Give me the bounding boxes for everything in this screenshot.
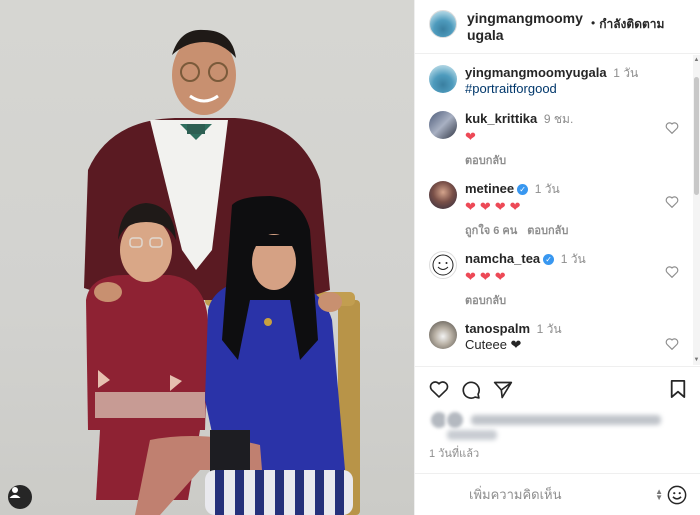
commenter-avatar[interactable] xyxy=(429,251,457,279)
reply-button[interactable]: ตอบกลับ xyxy=(465,295,506,307)
comment-username[interactable]: namcha_tea xyxy=(465,251,540,266)
comment-item: namcha_tea ✓ 1 วัน ❤❤❤ ตอบกลับ xyxy=(429,251,687,309)
comment-input[interactable]: เพิ่มความคิดเห็น xyxy=(469,484,562,505)
comment-like-icon[interactable] xyxy=(665,195,679,208)
comment-username[interactable]: kuk_krittika xyxy=(465,111,537,126)
comment-time: 9 ชม. xyxy=(543,112,574,126)
comment-icon[interactable] xyxy=(461,379,481,401)
reply-button[interactable]: ตอบกลับ xyxy=(465,155,506,167)
scrollbar-thumb[interactable] xyxy=(694,77,699,195)
user-tag-icon[interactable] xyxy=(8,485,32,509)
commenter-avatar[interactable] xyxy=(429,181,457,209)
scroll-up-icon[interactable]: ▲ xyxy=(693,57,700,63)
commenter-avatar[interactable] xyxy=(429,321,457,349)
comment-likes-count[interactable]: ถูกใจ 6 คน xyxy=(465,225,517,237)
comment-time: 1 วัน xyxy=(536,322,562,336)
input-stepper-icon[interactable]: ▲ ▼ xyxy=(655,487,663,501)
comment-time: 1 วัน xyxy=(534,182,560,196)
caption-hashtag[interactable]: #portraitforgood xyxy=(465,81,557,96)
verified-badge-icon: ✓ xyxy=(543,254,555,265)
caption-time: 1 วัน xyxy=(613,66,639,80)
posted-time[interactable]: 1 วันที่แล้ว xyxy=(429,444,479,462)
comment-item: tanospalm 1 วัน Cuteee ❤ xyxy=(429,321,687,353)
comment-text: ❤❤❤❤ xyxy=(465,199,525,214)
author-username[interactable]: yingmangmoomyugala xyxy=(467,10,585,44)
comment-like-icon[interactable] xyxy=(665,265,679,278)
reply-button[interactable]: ตอบกลับ xyxy=(527,225,568,237)
comment-time: 1 วัน xyxy=(560,252,586,266)
following-button[interactable]: กำลังติดตาม xyxy=(599,15,664,34)
author-avatar[interactable] xyxy=(429,10,457,38)
post-header: yingmangmoomyugala • กำลังติดตาม xyxy=(415,0,700,54)
comments-list: yingmangmoomyugala 1 วัน #portraitforgoo… xyxy=(415,55,700,365)
family-portrait-image xyxy=(84,29,360,515)
comment-username[interactable]: metinee xyxy=(465,181,514,196)
heart-icon[interactable] xyxy=(429,379,449,399)
comment-text: Cuteee ❤ xyxy=(465,337,522,352)
share-icon[interactable] xyxy=(493,379,513,401)
liker-avatar xyxy=(445,410,465,430)
comments-scrollbar[interactable]: ▲ ▼ xyxy=(693,55,700,365)
separator-dot: • xyxy=(591,16,596,30)
comment-item: metinee ✓ 1 วัน ❤❤❤❤ ถูกใจ 6 คน ตอบกลับ xyxy=(429,181,687,239)
comment-like-icon[interactable] xyxy=(665,337,679,350)
liked-by-text-blurred xyxy=(471,415,661,425)
comment-text: ❤❤❤ xyxy=(465,269,510,284)
emoji-icon[interactable] xyxy=(667,485,687,505)
likes-count-blurred xyxy=(447,430,497,440)
verified-badge-icon: ✓ xyxy=(517,184,529,195)
comment-username[interactable]: tanospalm xyxy=(465,321,530,336)
caption-username[interactable]: yingmangmoomyugala xyxy=(465,65,607,80)
commenter-avatar[interactable] xyxy=(429,111,457,139)
post-side-panel: yingmangmoomyugala • กำลังติดตาม yingman… xyxy=(414,0,700,515)
caption: yingmangmoomyugala 1 วัน #portraitforgoo… xyxy=(429,65,687,97)
comment-text: ❤ xyxy=(465,129,476,144)
comment-like-icon[interactable] xyxy=(665,121,679,134)
add-comment-bar: เพิ่มความคิดเห็น ▲ ▼ xyxy=(415,473,700,515)
scroll-down-icon[interactable]: ▼ xyxy=(693,357,700,363)
comment-item: kuk_krittika 9 ชม. ❤ ตอบกลับ xyxy=(429,111,687,169)
caption-avatar[interactable] xyxy=(429,65,457,93)
post-photo[interactable] xyxy=(0,0,414,515)
bookmark-icon[interactable] xyxy=(669,379,687,399)
